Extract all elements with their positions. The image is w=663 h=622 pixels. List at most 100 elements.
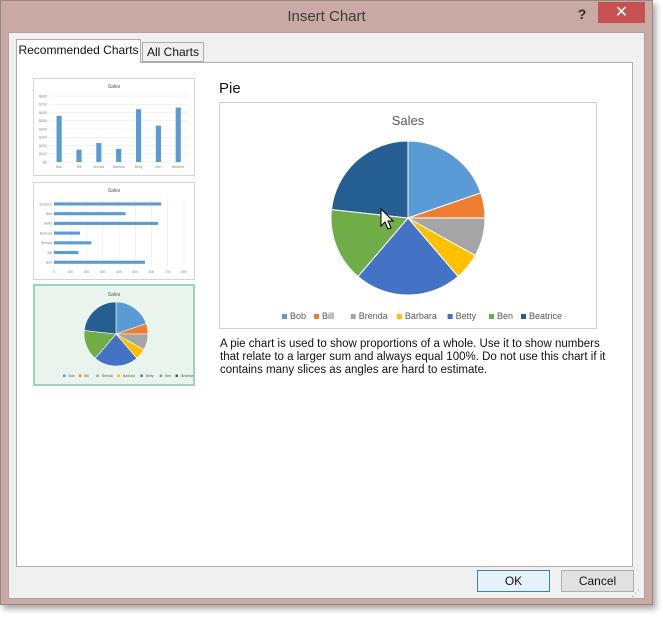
resize-grip[interactable]: ⋰ xyxy=(631,588,640,599)
legend-label-beatrice: Beatrice xyxy=(181,374,193,378)
bar-chart-thumbnail: Sales 0 100 200 300 400 500 600 700 800 Beatrice Be… xyxy=(40,188,187,274)
help-button[interactable]: ? xyxy=(573,4,591,24)
thumb-bar-ben xyxy=(54,212,126,216)
thumbnail-bar-chart[interactable]: Sales 0 100 200 300 400 500 600 700 800 Beatrice Be… xyxy=(33,182,195,280)
thumb-col-tick: $200 xyxy=(39,144,47,148)
pie-chart-preview: Sales Bob Bill Brenda Barbara Betty Ben Beatric… xyxy=(282,113,562,321)
thumb-col-bar-bob xyxy=(56,115,62,162)
legend-swatch-barbara xyxy=(117,374,120,377)
legend-swatch-bob xyxy=(63,374,66,377)
legend-label-brenda: Brenda xyxy=(359,311,388,321)
thumb-bar-title: Sales xyxy=(108,188,121,194)
thumb-col-cat: Ben xyxy=(155,165,161,169)
legend-label-bob: Bob xyxy=(69,374,75,378)
chart-title: Sales xyxy=(392,113,425,128)
thumb-bar-barbara xyxy=(54,231,80,235)
selected-chart-type: Pie xyxy=(219,80,241,97)
thumb-col-bar-bill xyxy=(76,149,82,162)
tab-panel: Sales $800 $700 $600 $500 $400 $300 $200 $100 $0 B… xyxy=(16,62,633,567)
thumb-col-cat: Bill xyxy=(77,165,82,169)
thumb-bar-cat: Brenda xyxy=(41,241,52,245)
legend-label-beatrice: Beatrice xyxy=(529,311,562,321)
thumb-bar-cat: Bob xyxy=(46,261,52,265)
legend-swatch-betty xyxy=(140,374,143,377)
thumb-bar-tick: 100 xyxy=(67,270,73,274)
legend-label-barbara: Barbara xyxy=(405,311,437,321)
thumb-bar-bill xyxy=(54,250,79,255)
legend-label-ben: Ben xyxy=(165,374,171,378)
legend-label-betty: Betty xyxy=(146,374,154,378)
legend-swatch-betty xyxy=(447,314,453,319)
thumb-col-bar-betty xyxy=(135,109,142,162)
thumb-col-bar-ben xyxy=(155,125,161,162)
thumb-col-tick: $500 xyxy=(39,119,47,123)
thumb-col-cat: Beatrice xyxy=(172,165,185,169)
thumb-bar-tick: 700 xyxy=(165,270,171,274)
insert-chart-dialog: Insert Chart ? ✕ Recommended Charts All … xyxy=(0,0,653,605)
legend-label-brenda: Brenda xyxy=(102,374,113,378)
thumb-col-title: Sales xyxy=(108,84,121,90)
thumb-bar-tick: 500 xyxy=(132,270,138,274)
title-bar: Insert Chart ? ✕ xyxy=(1,1,652,33)
pie-slice-beatrice xyxy=(83,301,117,335)
thumb-bar-cat: Beatrice xyxy=(40,202,53,206)
close-icon: ✕ xyxy=(614,4,629,21)
thumb-bar-bob xyxy=(54,260,145,264)
thumb-col-cat: Bob xyxy=(56,165,62,169)
legend-label-bill: Bill xyxy=(322,311,334,321)
legend-label-ben: Ben xyxy=(497,311,513,321)
pie-chart-thumbnail: Sales Bob Bill Brenda Barbara Betty Ben Beatric… xyxy=(63,292,193,378)
thumb-col-tick: $400 xyxy=(39,127,47,131)
ok-button[interactable]: OK xyxy=(477,570,550,592)
thumbnail-pie-chart[interactable]: Sales Bob Bill Brenda Barbara Betty Ben Beatric… xyxy=(33,284,195,386)
thumb-col-tick: $700 xyxy=(39,103,47,107)
legend-label-bob: Bob xyxy=(290,311,306,321)
thumb-col-tick: $600 xyxy=(39,111,47,115)
legend-swatch-ben xyxy=(159,374,163,377)
thumb-bar-cat: Barbara xyxy=(40,231,52,235)
legend-swatch-barbara xyxy=(396,314,402,319)
legend-label-bill: Bill xyxy=(84,374,89,378)
thumb-bar-betty xyxy=(54,221,158,225)
legend-swatch-bob xyxy=(282,314,287,319)
thumb-col-cat: Brenda xyxy=(93,165,104,169)
pie-slice-beatrice xyxy=(330,140,409,219)
thumb-bar-tick: 200 xyxy=(84,270,90,274)
legend-label-barbara: Barbara xyxy=(123,374,135,378)
legend-label-betty: Betty xyxy=(456,311,477,321)
close-button[interactable]: ✕ xyxy=(598,2,645,23)
thumb-bar-tick: 400 xyxy=(116,270,122,274)
legend-swatch-brenda xyxy=(350,314,356,319)
thumb-col-bar-beatrice xyxy=(175,107,181,162)
legend-swatch-ben xyxy=(489,314,494,319)
chart-description: A pie chart is used to show proportions … xyxy=(220,338,606,376)
thumb-col-tick: $100 xyxy=(39,152,47,156)
thumb-col-tick: $0 xyxy=(43,160,47,164)
cancel-button[interactable]: Cancel xyxy=(561,570,634,592)
legend-swatch-bill xyxy=(314,314,320,319)
thumb-bar-tick: 300 xyxy=(100,270,106,274)
legend-swatch-brenda xyxy=(96,374,99,377)
thumb-bar-cat: Ben xyxy=(46,212,52,216)
chart-preview: Sales Bob Bill Brenda Barbara Betty Ben Beatric… xyxy=(219,102,597,329)
column-chart-thumbnail: Sales $800 $700 $600 $500 $400 $300 $200 $100 $0 B… xyxy=(39,84,188,169)
thumb-col-bar-brenda xyxy=(96,143,102,162)
thumb-bar-brenda xyxy=(54,241,92,245)
thumb-bar-tick: 800 xyxy=(181,270,187,274)
thumbnail-column-chart[interactable]: Sales $800 $700 $600 $500 $400 $300 $200 $100 $0 B… xyxy=(33,78,195,176)
thumb-col-cat: Betty xyxy=(135,165,143,169)
legend-swatch-bill xyxy=(78,374,82,377)
thumb-bar-cat: Bill xyxy=(47,251,52,255)
dialog-title: Insert Chart xyxy=(287,8,366,25)
thumb-col-cat: Barbara xyxy=(113,165,125,169)
tab-recommended-charts[interactable]: Recommended Charts xyxy=(16,39,141,63)
legend-swatch-beatrice xyxy=(175,374,179,377)
tab-all-charts[interactable]: All Charts xyxy=(142,42,204,62)
thumb-bar-beatrice xyxy=(54,202,162,206)
thumb-col-tick: $800 xyxy=(39,94,47,98)
dialog-body: Recommended Charts All Charts Sales $800 $… xyxy=(8,32,645,599)
thumb-bar-tick: 0 xyxy=(53,270,55,274)
thumb-bar-cat: Betty xyxy=(44,222,52,226)
legend-swatch-beatrice xyxy=(521,314,527,319)
thumb-pie-title: Sales xyxy=(108,292,121,298)
